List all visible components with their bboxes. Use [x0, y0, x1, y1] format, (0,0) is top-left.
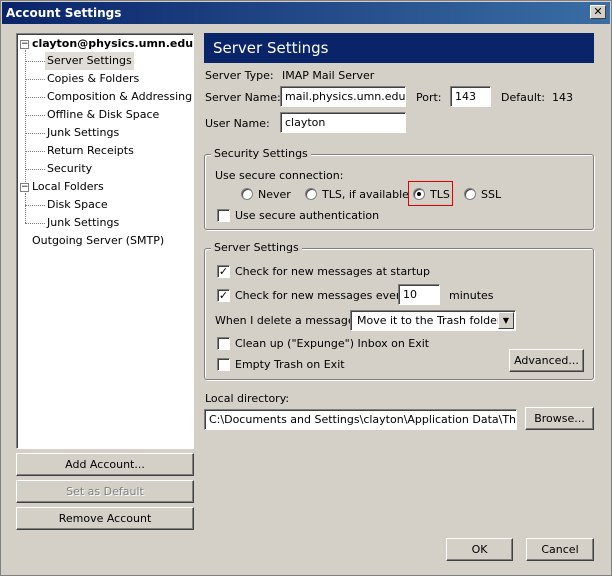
cancel-button[interactable]: Cancel: [526, 538, 594, 561]
check-interval-input[interactable]: 10: [398, 284, 440, 305]
default-port-value: 143: [552, 91, 573, 104]
radio-tls-if-available[interactable]: [305, 188, 317, 200]
cleanup-checkbox[interactable]: [217, 337, 230, 350]
server-name-label: Server Name:: [205, 91, 281, 104]
add-account-button[interactable]: Add Account...: [16, 453, 194, 476]
remove-account-button[interactable]: Remove Account: [16, 507, 194, 530]
title-bar[interactable]: Account Settings ✕: [2, 2, 610, 24]
empty-trash-checkbox[interactable]: [217, 358, 230, 371]
radio-ssl-label[interactable]: SSL: [481, 188, 501, 201]
server-name-input[interactable]: mail.physics.umn.edu: [280, 86, 406, 107]
empty-trash-label[interactable]: Empty Trash on Exit: [235, 358, 345, 371]
window-title: Account Settings: [6, 6, 122, 20]
user-name-label: User Name:: [205, 117, 270, 130]
secure-auth-label[interactable]: Use secure authentication: [235, 209, 379, 222]
server-type-label: Server Type:: [205, 69, 274, 82]
minutes-label: minutes: [449, 289, 494, 302]
secure-auth-checkbox[interactable]: [217, 209, 230, 222]
account-settings-window: Account Settings ✕ − clayton@physics.umn…: [0, 0, 612, 576]
close-icon[interactable]: ✕: [590, 5, 606, 19]
radio-tls-label[interactable]: TLS: [430, 188, 450, 201]
delete-message-label: When I delete a message:: [215, 314, 359, 327]
server-settings-legend: Server Settings: [211, 241, 302, 254]
local-directory-input[interactable]: C:\Documents and Settings\clayton\Applic…: [204, 409, 517, 430]
use-secure-connection-label: Use secure connection:: [215, 169, 344, 182]
delete-action-select[interactable]: Move it to the Trash folder ▼: [350, 310, 516, 331]
security-settings-legend: Security Settings: [211, 147, 311, 160]
port-input[interactable]: 143: [450, 86, 491, 107]
port-label: Port:: [416, 91, 442, 104]
radio-tls-if-available-label[interactable]: TLS, if available: [322, 188, 409, 201]
collapse-icon[interactable]: −: [20, 40, 29, 49]
default-label: Default:: [501, 91, 545, 104]
ok-button[interactable]: OK: [446, 538, 513, 561]
check-startup-checkbox[interactable]: ✓: [217, 265, 230, 278]
advanced-button[interactable]: Advanced...: [509, 349, 584, 372]
check-every-checkbox[interactable]: ✓: [217, 289, 230, 302]
radio-ssl[interactable]: [464, 188, 476, 200]
account-tree: − clayton@physics.umn.edu Server Setting…: [16, 33, 194, 449]
check-startup-label[interactable]: Check for new messages at startup: [235, 265, 430, 278]
user-name-input[interactable]: clayton: [280, 112, 406, 133]
set-default-button[interactable]: Set as Default: [16, 480, 194, 503]
cleanup-label[interactable]: Clean up ("Expunge") Inbox on Exit: [235, 337, 429, 350]
chevron-down-icon[interactable]: ▼: [498, 312, 514, 329]
collapse-icon[interactable]: −: [20, 183, 29, 192]
radio-never-label[interactable]: Never: [258, 188, 291, 201]
delete-action-value: Move it to the Trash folder: [357, 314, 502, 327]
local-directory-label: Local directory:: [205, 392, 290, 405]
browse-button[interactable]: Browse...: [525, 407, 594, 430]
panel-title: Server Settings: [204, 33, 594, 63]
check-every-label[interactable]: Check for new messages every: [235, 289, 407, 302]
server-type-value: IMAP Mail Server: [282, 69, 375, 82]
radio-tls[interactable]: [413, 188, 425, 200]
radio-never[interactable]: [241, 188, 253, 200]
tree-item-account-label: clayton@physics.umn.edu: [32, 37, 194, 50]
